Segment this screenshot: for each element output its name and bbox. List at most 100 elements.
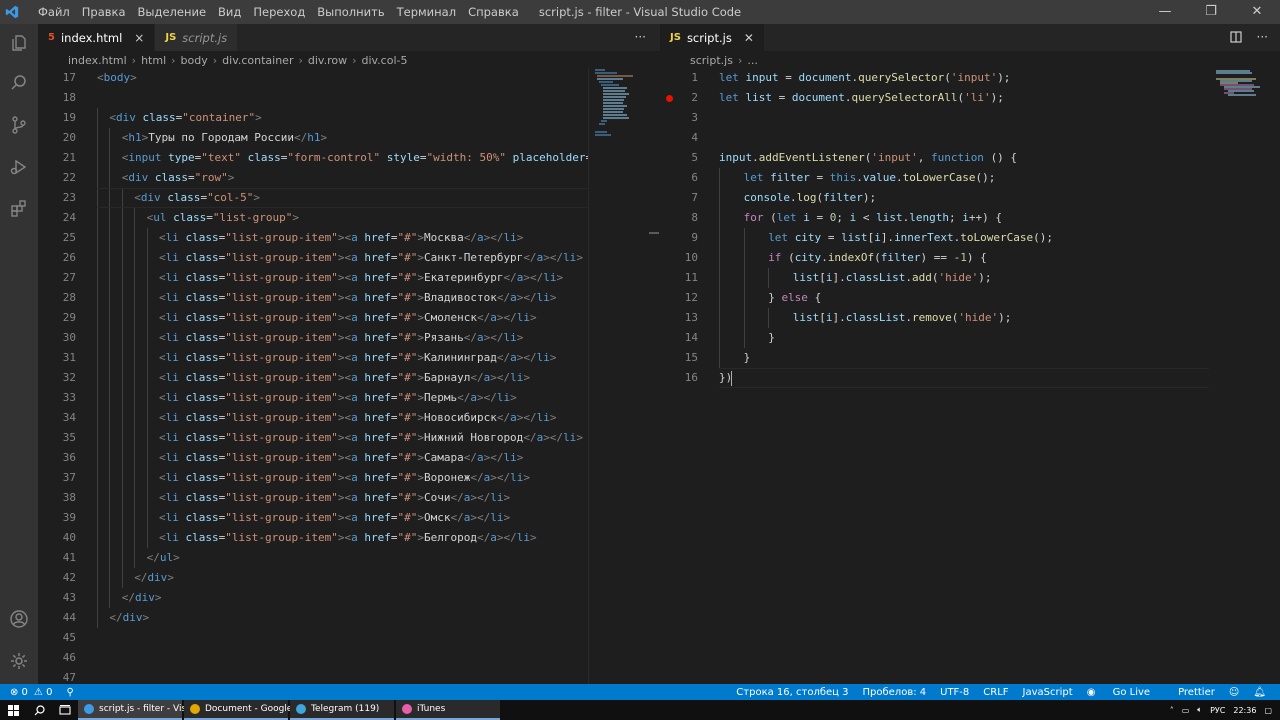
menu-item[interactable]: Вид	[212, 0, 247, 24]
indent-guide	[109, 268, 111, 288]
line-number: 26	[62, 251, 76, 264]
restore-button[interactable]: ❐	[1188, 0, 1234, 24]
source-control-icon[interactable]	[0, 106, 38, 144]
tab-script-js-preview[interactable]: JS script.js	[155, 24, 239, 51]
indent-guide	[134, 348, 136, 368]
keyboard-language[interactable]: РУС	[1210, 706, 1225, 715]
code-line: 4	[660, 128, 1210, 148]
indentation[interactable]: Пробелов: 4	[863, 687, 927, 698]
breadcrumb-item[interactable]: div.container	[222, 54, 293, 67]
breadcrumb-item[interactable]: ...	[747, 54, 758, 67]
code-text: <li class="list-group-item"><a href="#">…	[159, 451, 524, 464]
tray-chevron-icon[interactable]: ˄	[1170, 706, 1174, 715]
close-window-button[interactable]: ✕	[1234, 0, 1280, 24]
code-text: <div class="row">	[121, 171, 235, 184]
menu-item[interactable]: Файл	[32, 0, 76, 24]
line-number: 37	[62, 471, 76, 484]
volume-icon[interactable]: 🔈︎	[1197, 705, 1202, 715]
more-actions-icon[interactable]: ···	[635, 24, 646, 51]
tab-script-js[interactable]: JS script.js ✕	[660, 24, 765, 51]
breadcrumb: script.js ›...	[690, 51, 1090, 69]
indent-guide	[743, 328, 745, 348]
minimize-button[interactable]: —	[1142, 0, 1188, 24]
menu-item[interactable]: Терминал	[391, 0, 462, 24]
code-text: <h1>Туры по Городам России</h1>	[121, 131, 328, 144]
chrome-icon	[190, 704, 200, 714]
breadcrumb-item[interactable]: script.js	[690, 54, 733, 67]
taskbar-app-button[interactable]: iTunes	[396, 700, 500, 720]
indent-guide	[146, 328, 148, 348]
explorer-icon[interactable]	[0, 24, 38, 62]
menu-item[interactable]: Выделение	[132, 0, 213, 24]
window-controls: — ❐ ✕	[1142, 0, 1280, 24]
line-number: 45	[62, 631, 76, 644]
language-mode[interactable]: JavaScript	[1023, 687, 1073, 698]
js-file-icon: JS	[165, 32, 177, 43]
line-number: 14	[684, 331, 698, 344]
clock[interactable]: 22:36	[1233, 706, 1256, 715]
indent-guide	[743, 268, 745, 288]
encoding[interactable]: UTF-8	[940, 687, 969, 698]
code-line: 15}	[660, 348, 1210, 368]
indent-guide	[109, 408, 111, 428]
indent-guide	[121, 468, 123, 488]
go-live-button[interactable]: ◉ Go Live	[1087, 687, 1164, 698]
split-editor-icon[interactable]	[1230, 31, 1242, 46]
line-ending[interactable]: CRLF	[983, 687, 1008, 698]
notifications-bell-icon[interactable]: 🔔︎	[1253, 687, 1266, 698]
search-icon[interactable]	[0, 64, 38, 102]
prettier-button[interactable]: Prettier	[1178, 687, 1215, 698]
problems-errors[interactable]: ⊗ 0	[10, 687, 28, 698]
notification-center-icon[interactable]: ▢	[1264, 706, 1272, 715]
feedback-icon[interactable]: ☺	[1229, 687, 1239, 698]
left-code-editor[interactable]: 17 <body> 18 19 <div class="container"> 20 <h1…	[38, 68, 588, 684]
line-number: 10	[684, 251, 698, 264]
run-debug-icon[interactable]	[0, 148, 38, 186]
close-tab-icon[interactable]: ×	[134, 31, 144, 45]
line-number: 27	[62, 271, 76, 284]
indent-guide	[109, 148, 111, 168]
breadcrumb-item[interactable]: div.col-5	[361, 54, 407, 67]
settings-gear-icon[interactable]	[0, 642, 38, 680]
code-text: <li class="list-group-item"><a href="#">…	[159, 371, 530, 384]
indent-guide	[121, 188, 123, 208]
right-code-editor[interactable]: 1 let input = document.querySelector('inp…	[660, 68, 1210, 684]
menu-item[interactable]: Правка	[76, 0, 132, 24]
code-text: }	[768, 331, 775, 344]
account-icon[interactable]	[0, 600, 38, 638]
taskbar-app-button[interactable]: Document - Google ...	[184, 700, 304, 720]
tab-index-html[interactable]: 5 index.html ×	[38, 24, 156, 51]
extensions-icon[interactable]	[0, 190, 38, 228]
menu-bar: Файл Правка Выделение Вид Переход Выполнить Те…	[32, 0, 525, 24]
indent-guide	[121, 368, 123, 388]
code-text: <li class="list-group-item"><a href="#">…	[159, 431, 583, 444]
breadcrumb-item[interactable]: body	[181, 54, 208, 67]
problems-warnings[interactable]: ⚠ 0	[34, 687, 53, 698]
right-editor-tabs: JS script.js ✕ ···	[660, 24, 1280, 51]
menu-item[interactable]: Выполнить	[311, 0, 390, 24]
breadcrumb-item[interactable]: index.html	[68, 54, 127, 67]
breadcrumb-item[interactable]: html	[141, 54, 166, 67]
breadcrumb-item[interactable]: div.row	[308, 54, 347, 67]
indent-guide	[719, 168, 720, 188]
code-line: 29 <li class="list-group-item"><a href="#…	[38, 308, 588, 328]
cursor-position[interactable]: Строка 16, столбец 3	[736, 687, 848, 698]
left-minimap[interactable]	[588, 68, 660, 684]
more-actions-icon[interactable]: ···	[1257, 24, 1268, 51]
indent-guide	[134, 228, 136, 248]
breakpoint-icon[interactable]	[666, 95, 673, 102]
line-number: 11	[684, 271, 698, 284]
menu-item[interactable]: Справка	[462, 0, 525, 24]
taskbar-search-icon[interactable]	[26, 700, 52, 720]
indent-guide	[109, 568, 111, 588]
indent-guide	[134, 248, 136, 268]
windows-start-icon[interactable]	[0, 700, 26, 720]
taskbar-app-button[interactable]: Telegram (119)	[290, 700, 394, 720]
taskbar-app-button[interactable]: script.js - filter - Visua...	[78, 700, 206, 720]
close-tab-icon[interactable]: ✕	[744, 31, 754, 45]
right-minimap[interactable]	[1210, 68, 1280, 684]
live-share-icon[interactable]: ⚲	[66, 687, 73, 698]
menu-item[interactable]: Переход	[247, 0, 311, 24]
network-icon[interactable]: ▭	[1182, 706, 1190, 715]
task-view-icon[interactable]	[52, 700, 78, 720]
